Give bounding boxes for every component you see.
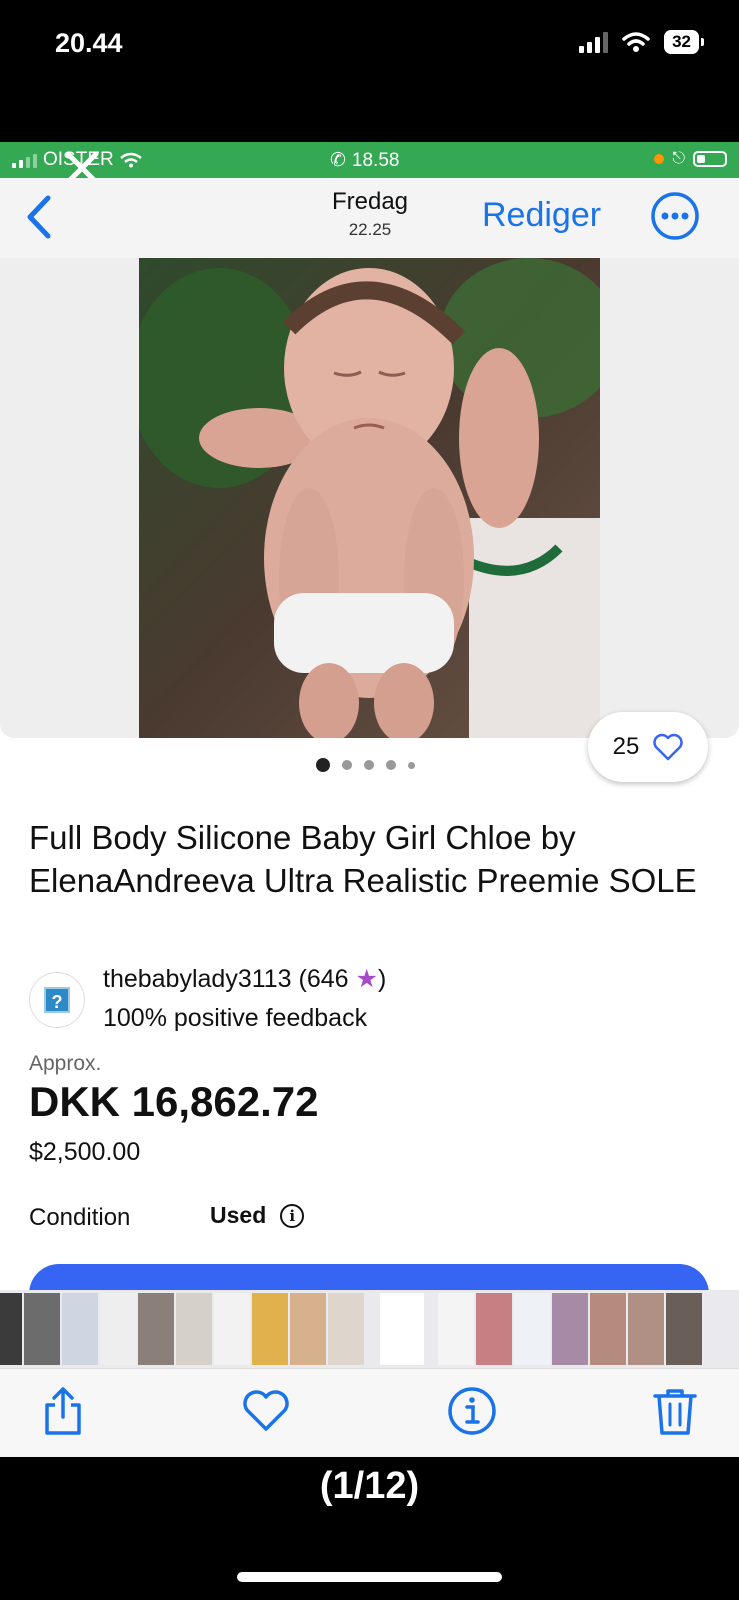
price-usd: $2,500.00 bbox=[29, 1138, 141, 1166]
thumbnail[interactable] bbox=[514, 1293, 550, 1365]
outer-status-icons: 32 bbox=[579, 30, 704, 54]
photo-time: 22.25 bbox=[348, 220, 392, 239]
phone-icon: ✆ bbox=[330, 150, 346, 171]
product-photo[interactable] bbox=[139, 258, 600, 738]
call-time: 18.58 bbox=[351, 149, 400, 171]
carousel-dot[interactable] bbox=[342, 760, 352, 770]
info-icon[interactable]: i bbox=[280, 1203, 305, 1228]
image-counter: (1/12) bbox=[319, 1465, 420, 1507]
condition-label: Condition bbox=[29, 1204, 131, 1231]
home-indicator[interactable] bbox=[237, 1572, 502, 1582]
photo-date: Fredag 22.25 bbox=[290, 188, 450, 240]
star-icon: ★ bbox=[355, 965, 378, 993]
wifi-icon bbox=[622, 32, 650, 52]
info-circle-icon[interactable] bbox=[446, 1385, 498, 1437]
photo-day: Fredag bbox=[331, 188, 409, 215]
thumbnail[interactable] bbox=[100, 1293, 136, 1365]
seller-info[interactable]: thebabylady3113 (646 ★) bbox=[103, 964, 386, 994]
seller-close-paren: ) bbox=[377, 965, 387, 993]
condition-value: Used i bbox=[210, 1202, 305, 1229]
share-icon[interactable] bbox=[37, 1385, 89, 1437]
thumbnail-strip[interactable] bbox=[0, 1290, 739, 1368]
thumbnail[interactable] bbox=[0, 1293, 22, 1365]
image-carousel[interactable] bbox=[0, 258, 739, 738]
watchers-like-button[interactable]: 25 bbox=[588, 712, 708, 782]
listing-title: Full Body Silicone Baby Girl Chloe by El… bbox=[29, 819, 697, 899]
carousel-dot[interactable] bbox=[364, 760, 374, 770]
seller-name: thebabylady3113 (646 bbox=[103, 965, 356, 993]
carousel-dot[interactable] bbox=[316, 758, 330, 772]
more-options-icon[interactable] bbox=[650, 191, 700, 241]
thumbnail[interactable] bbox=[628, 1293, 664, 1365]
thumbnail[interactable] bbox=[666, 1293, 702, 1365]
thumbnail[interactable] bbox=[138, 1293, 174, 1365]
thumbnail[interactable] bbox=[252, 1293, 288, 1365]
seller-feedback: 100% positive feedback bbox=[103, 1004, 368, 1032]
thumbnail[interactable] bbox=[328, 1293, 364, 1365]
outer-status-bar: 20.44 32 bbox=[0, 0, 739, 142]
carousel-dot[interactable] bbox=[408, 761, 415, 769]
trash-icon[interactable] bbox=[649, 1385, 701, 1437]
thumbnail[interactable] bbox=[380, 1293, 424, 1365]
edit-button[interactable]: Rediger bbox=[482, 196, 601, 235]
heart-icon bbox=[653, 733, 684, 761]
battery-indicator: 32 bbox=[664, 30, 704, 54]
photo-toolbar bbox=[0, 1368, 739, 1457]
carousel-page-dots[interactable] bbox=[316, 758, 415, 772]
inner-signal-icon bbox=[12, 153, 37, 168]
approx-label: Approx. bbox=[29, 1052, 102, 1075]
outer-clock: 20.44 bbox=[55, 28, 123, 58]
listing-page: 25 Full Body Silicone Baby Girl Chloe by… bbox=[0, 258, 739, 1290]
price-dkk: DKK 16,862.72 bbox=[29, 1078, 319, 1125]
inner-right-icons: ⎋ bbox=[654, 150, 727, 168]
buy-it-now-button[interactable] bbox=[29, 1264, 709, 1290]
back-chevron-icon[interactable] bbox=[20, 192, 60, 242]
thumbnail[interactable] bbox=[214, 1293, 250, 1365]
thumbnail[interactable] bbox=[438, 1293, 474, 1365]
thumbnail[interactable] bbox=[24, 1293, 60, 1365]
inner-wifi-icon bbox=[119, 152, 142, 168]
seller-avatar[interactable]: ? bbox=[29, 972, 85, 1028]
photo-nav-bar: Fredag 22.25 Rediger bbox=[0, 178, 739, 259]
condition-text: Used bbox=[210, 1202, 267, 1228]
likes-count: 25 bbox=[612, 733, 640, 760]
thumbnail[interactable] bbox=[290, 1293, 326, 1365]
inner-battery-icon bbox=[693, 151, 727, 167]
rotation-lock-icon: ⎋ bbox=[672, 150, 685, 167]
cellular-signal-icon bbox=[579, 31, 609, 53]
carousel-dot[interactable] bbox=[386, 760, 396, 770]
placeholder-avatar-icon: ? bbox=[44, 987, 70, 1013]
thumbnail[interactable] bbox=[176, 1293, 212, 1365]
thumbnail[interactable] bbox=[476, 1293, 512, 1365]
inner-status-bar: OISTER ✆ 18.58 ⎋ bbox=[0, 142, 739, 178]
favorite-heart-icon[interactable] bbox=[240, 1385, 292, 1437]
thumbnail[interactable] bbox=[62, 1293, 98, 1365]
thumbnail[interactable] bbox=[552, 1293, 588, 1365]
mic-in-use-dot-icon bbox=[654, 154, 665, 164]
call-indicator[interactable]: ✆ 18.58 bbox=[330, 149, 399, 172]
thumbnail[interactable] bbox=[590, 1293, 626, 1365]
